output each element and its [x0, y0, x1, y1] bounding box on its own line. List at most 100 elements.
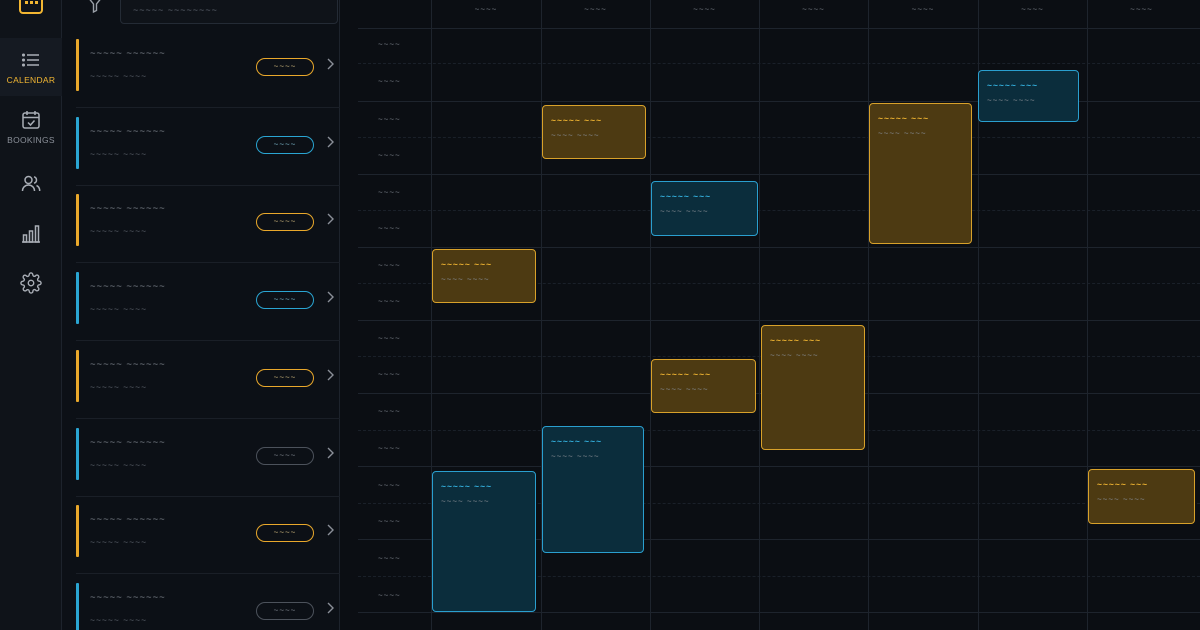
- time-label: ~~~~: [378, 591, 401, 600]
- gear-icon: [20, 272, 42, 294]
- list-item-subtitle: ~~~~~ ~~~~: [90, 537, 148, 547]
- event-time: ~~~~ ~~~~: [987, 96, 1036, 105]
- time-label: ~~~~: [378, 407, 401, 416]
- event-block[interactable]: ~~~~~ ~~~ ~~~~ ~~~~: [432, 249, 536, 303]
- event-time: ~~~~ ~~~~: [1097, 495, 1146, 504]
- list-item[interactable]: ~~~~~ ~~~~~~ ~~~~~ ~~~~ ~~~~: [76, 31, 340, 108]
- event-title: ~~~~~ ~~~: [1097, 479, 1149, 489]
- time-label: ~~~~: [378, 40, 401, 49]
- list-item-subtitle: ~~~~~ ~~~~: [90, 149, 148, 159]
- event-time: ~~~~ ~~~~: [878, 129, 927, 138]
- event-time: ~~~~ ~~~~: [441, 275, 490, 284]
- event-block[interactable]: ~~~~~ ~~~ ~~~~ ~~~~: [761, 325, 865, 450]
- icon-rail: CALENDAR BOOKINGS: [0, 0, 62, 630]
- list-item-title: ~~~~~ ~~~~~~: [90, 48, 166, 59]
- time-label: ~~~~: [378, 261, 401, 270]
- bar-chart-icon: [22, 225, 40, 243]
- grid-line: [358, 63, 1200, 64]
- time-label: ~~~~: [378, 554, 401, 563]
- event-block[interactable]: ~~~~~ ~~~ ~~~~ ~~~~: [869, 103, 972, 244]
- chevron-right-icon: [327, 447, 334, 459]
- event-time: ~~~~ ~~~~: [660, 207, 709, 216]
- event-block[interactable]: ~~~~~ ~~~ ~~~~ ~~~~: [432, 471, 536, 612]
- status-badge: ~~~~: [256, 291, 314, 309]
- booking-list-panel: ~~~~~ ~~~~~~~~ ~~~~~ ~~~~~~ ~~~~~ ~~~~ ~…: [62, 0, 340, 630]
- status-badge: ~~~~: [256, 213, 314, 231]
- event-block[interactable]: ~~~~~ ~~~ ~~~~ ~~~~: [542, 426, 644, 553]
- grid-line: [358, 174, 1200, 175]
- day-header[interactable]: ~~~~: [759, 5, 868, 14]
- users-icon: [21, 175, 41, 192]
- list-item-title: ~~~~~ ~~~~~~: [90, 437, 166, 448]
- list-item[interactable]: ~~~~~ ~~~~~~ ~~~~~ ~~~~ ~~~~: [76, 497, 340, 574]
- status-bar: [76, 194, 79, 246]
- grid-line: [358, 28, 1200, 29]
- day-header[interactable]: ~~~~: [650, 5, 759, 14]
- status-badge: ~~~~: [256, 136, 314, 154]
- day-header[interactable]: ~~~~: [541, 5, 650, 14]
- status-bar: [76, 583, 79, 630]
- list-item-subtitle: ~~~~~ ~~~~: [90, 615, 148, 625]
- event-title: ~~~~~ ~~~: [770, 335, 822, 345]
- event-title: ~~~~~ ~~~: [551, 115, 603, 125]
- chevron-right-icon: [327, 524, 334, 536]
- event-time: ~~~~ ~~~~: [660, 385, 709, 394]
- chevron-right-icon: [327, 213, 334, 225]
- status-badge: ~~~~: [256, 524, 314, 542]
- grid-line: [358, 210, 1200, 211]
- nav-calendar[interactable]: CALENDAR: [0, 38, 62, 96]
- time-label: ~~~~: [378, 115, 401, 124]
- grid-line: [358, 466, 1200, 467]
- grid-line: [358, 247, 1200, 248]
- time-label: ~~~~: [378, 224, 401, 233]
- search-input[interactable]: ~~~~~ ~~~~~~~~: [120, 0, 338, 24]
- day-header[interactable]: ~~~~: [868, 5, 978, 14]
- list-item-subtitle: ~~~~~ ~~~~: [90, 304, 148, 314]
- day-header[interactable]: ~~~~: [978, 5, 1087, 14]
- list-item[interactable]: ~~~~~ ~~~~~~ ~~~~~ ~~~~ ~~~~: [76, 264, 340, 341]
- event-block[interactable]: ~~~~~ ~~~ ~~~~ ~~~~: [978, 70, 1079, 122]
- list-item-subtitle: ~~~~~ ~~~~: [90, 226, 148, 236]
- event-title: ~~~~~ ~~~: [441, 259, 493, 269]
- app-logo[interactable]: [0, 0, 62, 30]
- calendar-grid-icon: [19, 0, 43, 14]
- filter-bar: ~~~~~ ~~~~~~~~: [62, 0, 340, 30]
- time-label: ~~~~: [378, 444, 401, 453]
- event-block[interactable]: ~~~~~ ~~~ ~~~~ ~~~~: [651, 359, 756, 413]
- list-item[interactable]: ~~~~~ ~~~~~~ ~~~~~ ~~~~ ~~~~: [76, 109, 340, 186]
- event-block[interactable]: ~~~~~ ~~~ ~~~~ ~~~~: [542, 105, 646, 159]
- list-item-subtitle: ~~~~~ ~~~~: [90, 382, 148, 392]
- filter-icon[interactable]: [86, 0, 104, 14]
- day-header[interactable]: ~~~~: [1087, 5, 1196, 14]
- list-item[interactable]: ~~~~~ ~~~~~~ ~~~~~ ~~~~ ~~~~: [76, 342, 340, 419]
- status-badge: ~~~~: [256, 369, 314, 387]
- grid-line: [358, 320, 1200, 321]
- list-item[interactable]: ~~~~~ ~~~~~~ ~~~~~ ~~~~ ~~~~: [76, 420, 340, 497]
- list-item-title: ~~~~~ ~~~~~~: [90, 281, 166, 292]
- status-bar: [76, 505, 79, 557]
- grid-line: [650, 0, 651, 630]
- day-header[interactable]: ~~~~: [431, 5, 541, 14]
- event-block[interactable]: ~~~~~ ~~~ ~~~~ ~~~~: [651, 181, 758, 236]
- status-badge: ~~~~: [256, 602, 314, 620]
- list-item-title: ~~~~~ ~~~~~~: [90, 592, 166, 603]
- list-item[interactable]: ~~~~~ ~~~~~~ ~~~~~ ~~~~ ~~~~: [76, 186, 340, 263]
- nav-bookings[interactable]: BOOKINGS: [0, 98, 62, 156]
- list-icon: [21, 53, 39, 67]
- event-block[interactable]: ~~~~~ ~~~ ~~~~ ~~~~: [1088, 469, 1195, 524]
- time-label: ~~~~: [378, 151, 401, 160]
- chevron-right-icon: [327, 602, 334, 614]
- time-label: ~~~~: [378, 77, 401, 86]
- list-item-title: ~~~~~ ~~~~~~: [90, 126, 166, 137]
- grid-line: [1087, 0, 1088, 630]
- status-bar: [76, 272, 79, 324]
- event-title: ~~~~~ ~~~: [878, 113, 930, 123]
- event-time: ~~~~ ~~~~: [441, 497, 490, 506]
- event-title: ~~~~~ ~~~: [660, 191, 712, 201]
- nav-bookings-label: BOOKINGS: [7, 135, 55, 145]
- chevron-right-icon: [327, 58, 334, 70]
- event-time: ~~~~ ~~~~: [551, 452, 600, 461]
- list-item[interactable]: ~~~~~ ~~~~~~ ~~~~~ ~~~~ ~~~~: [76, 575, 340, 630]
- nav-settings[interactable]: [0, 254, 62, 312]
- time-label: ~~~~: [378, 297, 401, 306]
